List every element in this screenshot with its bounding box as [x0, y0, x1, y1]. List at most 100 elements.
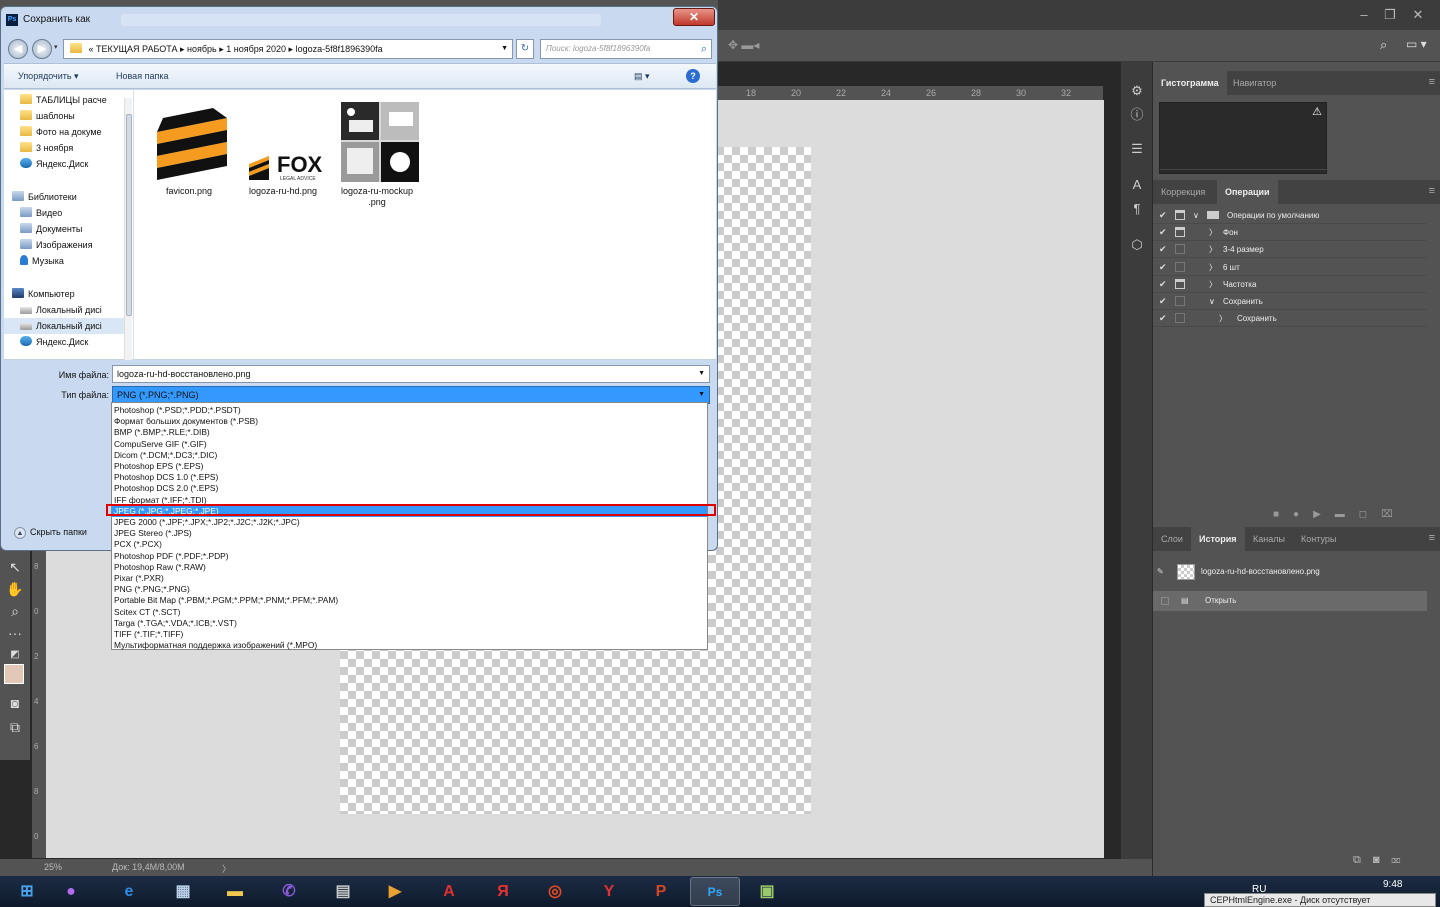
filetype-option[interactable]: JPEG (*.JPG;*.JPEG;*.JPE) [112, 505, 707, 517]
taskbar-calculator-icon[interactable]: ▦ [158, 877, 208, 906]
refresh-button[interactable]: ↻ [516, 39, 534, 59]
quick-mask-icon[interactable]: ◙ [6, 694, 24, 712]
filetype-option[interactable]: CompuServe GIF (*.GIF) [112, 439, 707, 450]
move-3d-icon[interactable]: ✥ ▬◂ [728, 38, 759, 52]
dialog-toggle-box[interactable] [1175, 227, 1185, 238]
expand-arrow-icon[interactable]: ∨ [1209, 293, 1215, 310]
check-icon[interactable]: ✔ [1159, 224, 1167, 241]
taskbar-ie-icon[interactable]: e [104, 877, 154, 906]
nav-item[interactable]: Компьютер [4, 286, 124, 302]
breadcrumb-item[interactable]: ноябрь [187, 44, 217, 54]
breadcrumb-item[interactable]: logoza-5f8f1896390fa [296, 44, 383, 54]
tab-history[interactable]: История [1191, 527, 1245, 551]
dialog-toggle-box[interactable] [1175, 261, 1185, 272]
more-tools-icon[interactable]: ··· [6, 624, 24, 642]
filetype-option[interactable]: Photoshop EPS (*.EPS) [112, 461, 707, 472]
action-row[interactable]: ✔ 〉 Сохранить [1153, 310, 1427, 328]
view-options-icon[interactable]: ▤ ▾ [634, 71, 650, 82]
tab-layers[interactable]: Слои [1153, 527, 1191, 551]
file-logoza-ru-hd[interactable]: FOX LEGAL ADVICE logoza-ru-hd.png [240, 102, 326, 212]
taskbar-viber-icon[interactable]: ✆ [264, 877, 314, 906]
tab-adjustments[interactable]: Коррекция [1153, 180, 1213, 204]
nav-item[interactable]: шаблоны [4, 108, 124, 124]
organize-button[interactable]: Упорядочить ▾ [18, 71, 79, 82]
panel-menu-icon[interactable]: ≡ [1429, 185, 1435, 197]
close-button[interactable]: ✕ [673, 8, 715, 26]
address-bar[interactable]: « ТЕКУЩАЯ РАБОТА ▸ ноябрь ▸ 1 ноября 202… [63, 39, 513, 59]
filetype-option[interactable]: Мультиформатная поддержка изображений (*… [112, 640, 707, 651]
taskbar-photoshop-icon[interactable]: Ps [690, 877, 740, 906]
filetype-option[interactable]: JPEG 2000 (*.JPF;*.JPX;*.JP2;*.J2C;*.J2K… [112, 517, 707, 528]
action-row[interactable]: ✔ 〉 Частотка [1153, 276, 1427, 293]
zoom-level[interactable]: 25% [44, 862, 62, 872]
properties-icon[interactable]: ⚙ [1128, 82, 1146, 100]
tab-paths[interactable]: Контуры [1293, 527, 1344, 551]
filetype-option[interactable]: Pixar (*.PXR) [112, 573, 707, 584]
character-icon[interactable]: A [1128, 176, 1146, 194]
filetype-option[interactable]: Photoshop (*.PSD;*.PDD;*.PSDT) [112, 405, 707, 416]
filetype-option[interactable]: Photoshop DCS 1.0 (*.EPS) [112, 472, 707, 483]
filename-field[interactable]: logoza-ru-hd-восстановлено.png ▼ [112, 365, 710, 383]
check-icon[interactable]: ✔ [1159, 293, 1167, 310]
expand-arrow-icon[interactable]: 〉 [1209, 224, 1217, 241]
taskbar-app-purple-icon[interactable]: ● [46, 877, 96, 906]
screen-mode-icon[interactable]: ⧉ [6, 718, 24, 736]
3d-cube-icon[interactable]: ⬡ [1128, 236, 1146, 254]
back-button[interactable]: ◀ [8, 39, 28, 59]
actions-controls[interactable]: ■●▶▬◻⌧ [1273, 509, 1407, 520]
help-icon[interactable]: ? [686, 69, 700, 83]
dialog-toggle-box[interactable] [1175, 210, 1185, 220]
history-snapshot[interactable]: ✎ logoza-ru-hd-восстановлено.png [1153, 562, 1427, 582]
filetype-option[interactable]: Scitex CT (*.SCT) [112, 607, 707, 618]
paragraph-styles-icon[interactable]: ☰ [1128, 140, 1146, 158]
clock[interactable]: 9:48 [1383, 879, 1402, 890]
info-icon[interactable]: ⓘ [1128, 106, 1146, 124]
history-state-open[interactable]: ▤ Открыть [1153, 591, 1427, 611]
nav-scrollbar[interactable] [124, 98, 132, 360]
check-icon[interactable]: ✔ [1159, 207, 1167, 224]
status-menu-arrow[interactable]: 〉 [222, 862, 231, 875]
taskbar-yandex-icon[interactable]: Я [478, 877, 528, 906]
taskbar-app-red-icon[interactable]: ◎ [530, 877, 580, 906]
tab-histogram[interactable]: Гистограмма [1153, 71, 1227, 95]
history-controls[interactable]: ⧉◙⌧ [1353, 854, 1412, 867]
hand-tool-icon[interactable]: ✋ [6, 580, 24, 598]
filetype-option[interactable]: TIFF (*.TIF;*.TIFF) [112, 629, 707, 640]
chevron-down-icon[interactable]: ▼ [698, 366, 705, 382]
filetype-option[interactable]: Photoshop PDF (*.PDF;*.PDP) [112, 551, 707, 562]
recent-pages-chevron-icon[interactable]: ▾ [54, 43, 58, 51]
check-icon[interactable]: ✔ [1159, 310, 1167, 327]
warning-icon[interactable]: ⚠ [1312, 105, 1322, 118]
action-row[interactable]: ✔ 〉 3-4 размер [1153, 241, 1427, 259]
new-folder-button[interactable]: Новая папка [116, 71, 168, 81]
minimize-button[interactable]: – [1352, 6, 1376, 24]
nav-item[interactable]: ТАБЛИЦЫ расче [4, 92, 124, 108]
panel-menu-icon[interactable]: ≡ [1429, 532, 1435, 544]
chevron-down-icon[interactable]: ▼ [698, 387, 705, 403]
filetype-option[interactable]: Photoshop DCS 2.0 (*.EPS) [112, 483, 707, 494]
nav-item[interactable]: Документы [4, 221, 124, 237]
action-row[interactable]: ✔ 〉 Фон [1153, 224, 1427, 242]
taskbar-acrobat-icon[interactable]: A [424, 877, 474, 906]
taskbar-start-icon[interactable]: ⊞ [2, 877, 52, 906]
swap-colors-icon[interactable]: ◩ ↺ [6, 646, 24, 678]
dialog-toggle-box[interactable] [1175, 313, 1185, 324]
tab-navigator[interactable]: Навигатор [1225, 71, 1284, 95]
filetype-option[interactable]: PCX (*.PCX) [112, 539, 707, 550]
search-input[interactable]: Поиск: logoza-5f8f1896390fa ⌕ [540, 39, 712, 59]
filetype-option[interactable]: Photoshop Raw (*.RAW) [112, 562, 707, 573]
check-icon[interactable]: ✔ [1159, 241, 1167, 258]
zoom-tool-icon[interactable]: ⌕ [6, 602, 24, 620]
action-row[interactable]: ✔ ∨ Сохранить [1153, 293, 1427, 310]
nav-item[interactable]: Яндекс.Диск [4, 156, 124, 172]
foreground-color-swatch[interactable] [4, 664, 24, 684]
taskbar-powerpoint-icon[interactable]: P [636, 877, 686, 906]
address-dropdown-icon[interactable]: ▼ [501, 40, 508, 58]
hide-folders-button[interactable]: ▲ Скрыть папки [14, 527, 87, 539]
filetype-option[interactable]: Portable Bit Map (*.PBM;*.PGM;*.PPM;*.PN… [112, 595, 707, 606]
taskbar-explorer-icon[interactable]: ▬ [210, 877, 260, 906]
nav-item[interactable]: Локальный дисі [4, 302, 124, 318]
taskbar-scanner-icon[interactable]: ▤ [318, 877, 368, 906]
expand-arrow-icon[interactable]: ∨ [1193, 207, 1199, 224]
breadcrumb-item[interactable]: 1 ноября 2020 [226, 44, 286, 54]
